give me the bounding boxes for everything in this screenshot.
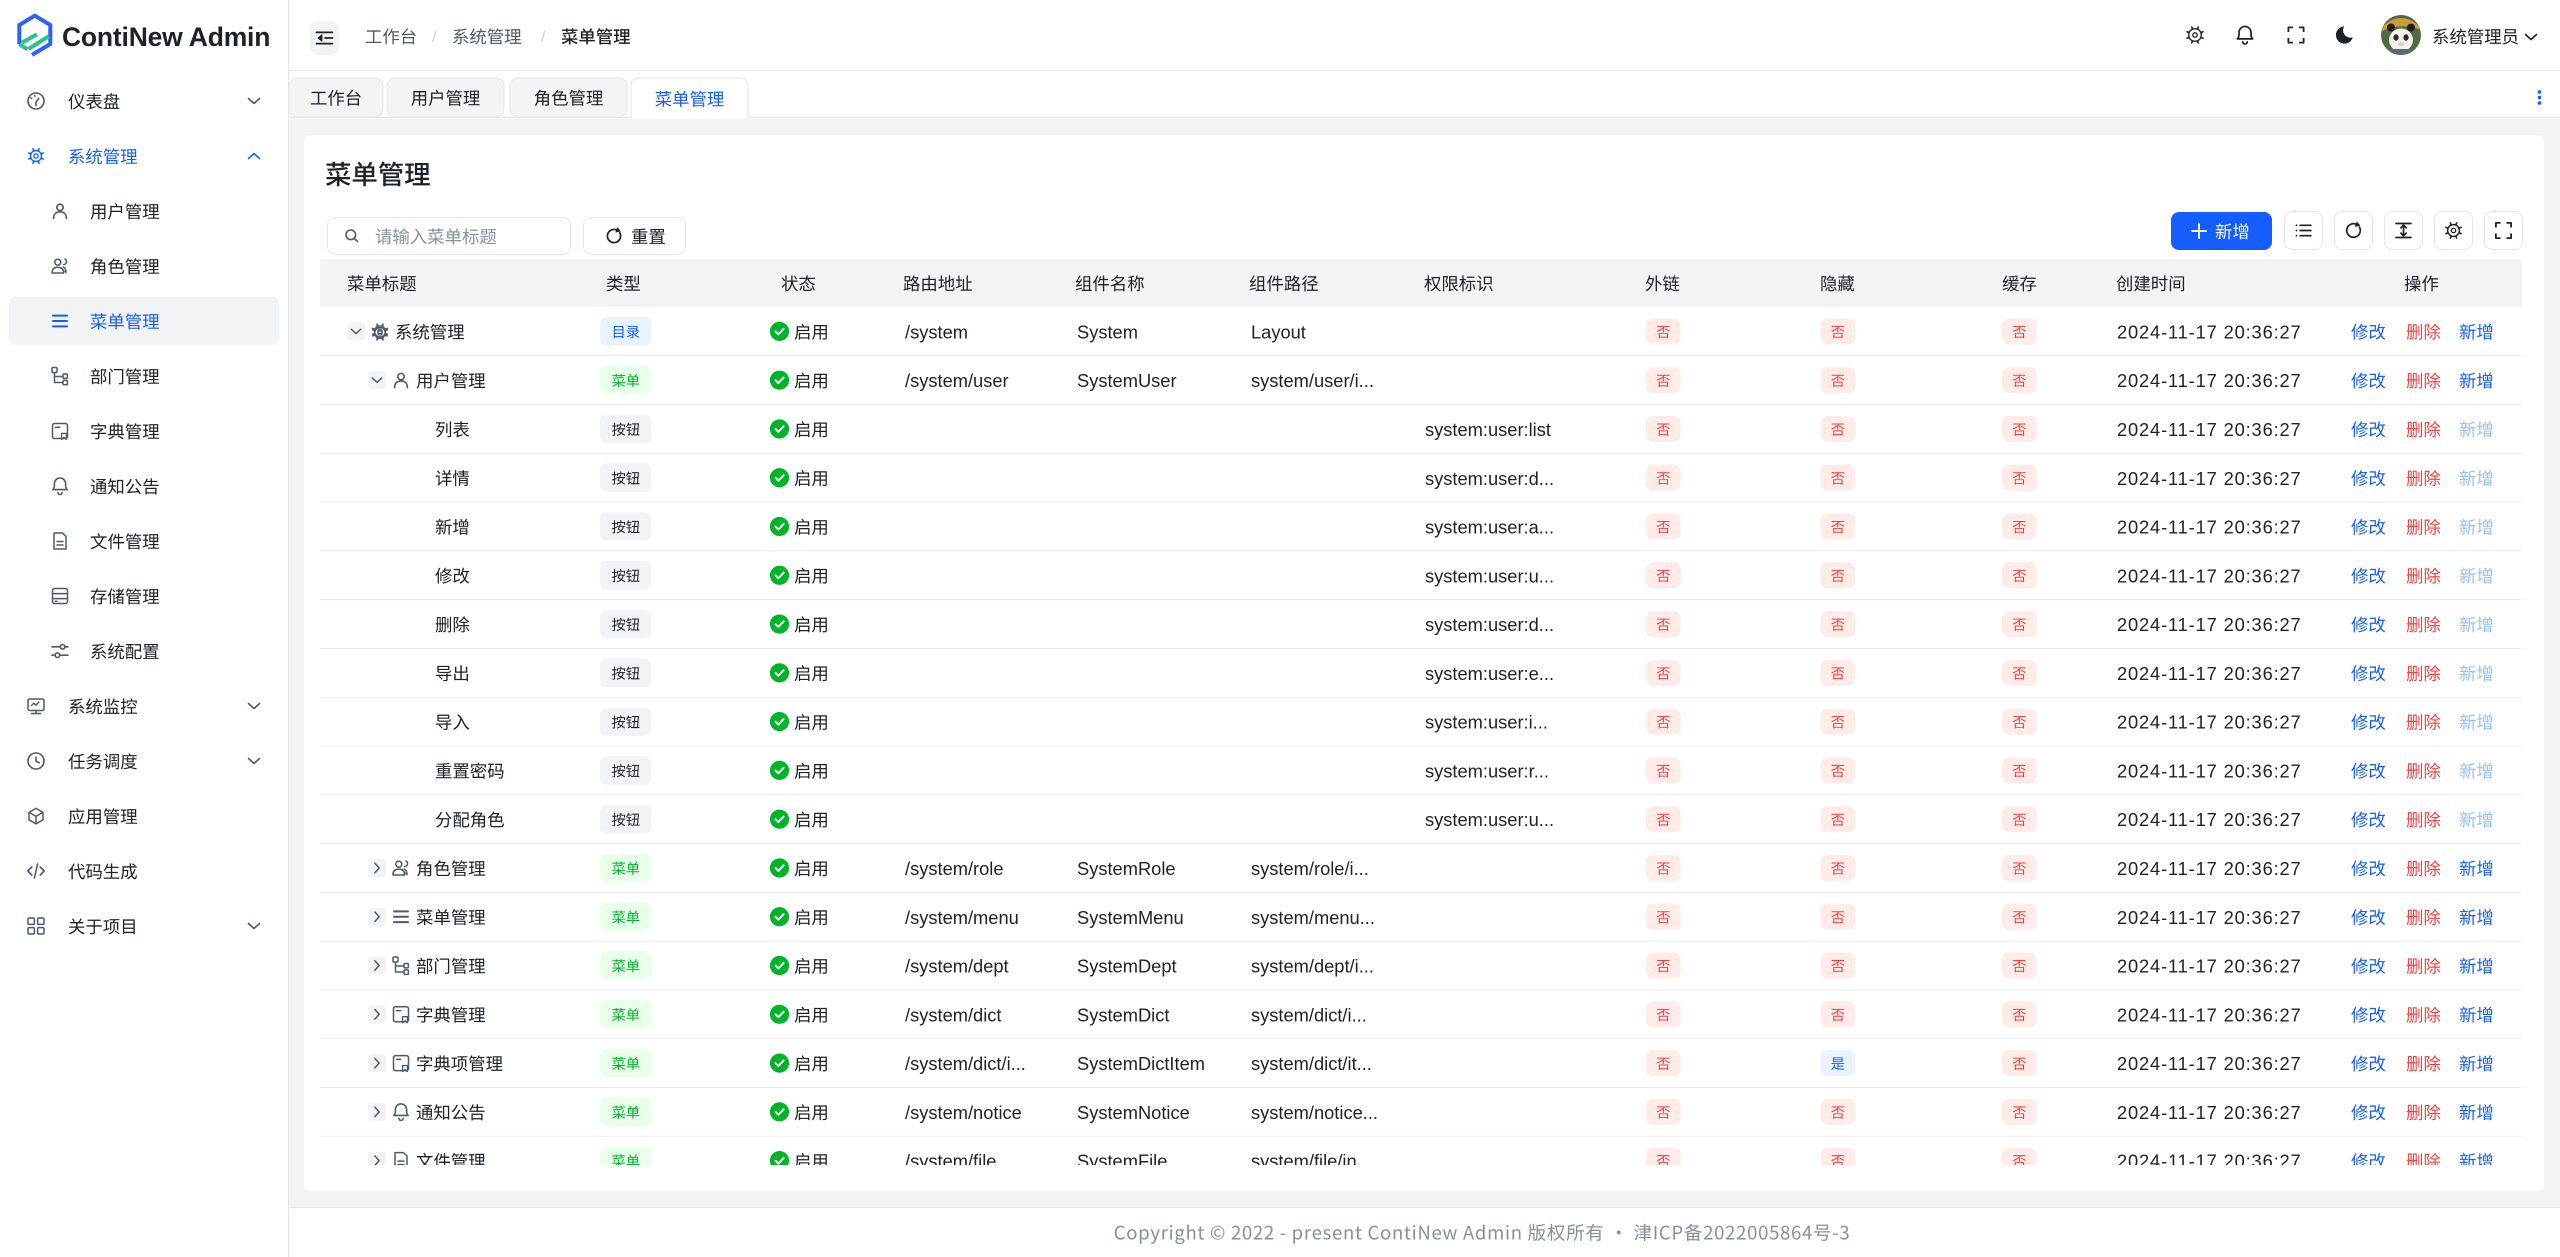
svg-text:system:user:d...: system:user:d... xyxy=(1425,614,1554,635)
svg-text:2024-11-17 20:36:27: 2024-11-17 20:36:27 xyxy=(2117,517,2302,538)
svg-text:system:user:list: system:user:list xyxy=(1425,419,1551,440)
svg-text:system:user:d...: system:user:d... xyxy=(1425,468,1554,489)
svg-text:/system/dict/i...: /system/dict/i... xyxy=(905,1053,1026,1074)
svg-text:SystemNotice: SystemNotice xyxy=(1077,1102,1190,1123)
svg-text:2024-11-17 20:36:27: 2024-11-17 20:36:27 xyxy=(2117,1004,2302,1025)
svg-text:/system: /system xyxy=(905,321,968,342)
svg-text:/system/role: /system/role xyxy=(905,858,1004,879)
svg-text:2024-11-17 20:36:27: 2024-11-17 20:36:27 xyxy=(2117,468,2302,489)
svg-text:2024-11-17 20:36:27: 2024-11-17 20:36:27 xyxy=(2117,956,2302,977)
svg-text:/system/notice: /system/notice xyxy=(905,1102,1022,1123)
svg-text:2024-11-17 20:36:27: 2024-11-17 20:36:27 xyxy=(2117,712,2302,733)
svg-text:SystemDept: SystemDept xyxy=(1077,956,1177,977)
svg-text:SystemUser: SystemUser xyxy=(1077,370,1177,391)
svg-text:2024-11-17 20:36:27: 2024-11-17 20:36:27 xyxy=(2117,809,2302,830)
svg-text:system/user/i...: system/user/i... xyxy=(1251,370,1374,391)
svg-text:2024-11-17 20:36:27: 2024-11-17 20:36:27 xyxy=(2117,370,2302,391)
svg-text:2024-11-17 20:36:27: 2024-11-17 20:36:27 xyxy=(2117,858,2302,879)
svg-text:ContiNew Admin: ContiNew Admin xyxy=(62,22,270,52)
svg-text:2024-11-17 20:36:27: 2024-11-17 20:36:27 xyxy=(2117,760,2302,781)
svg-text:system/dict/it...: system/dict/it... xyxy=(1251,1053,1372,1074)
svg-text:System: System xyxy=(1077,321,1138,342)
svg-text:2024-11-17 20:36:27: 2024-11-17 20:36:27 xyxy=(2117,907,2302,928)
svg-text:2024-11-17 20:36:27: 2024-11-17 20:36:27 xyxy=(2117,1053,2302,1074)
svg-text:system/dict/i...: system/dict/i... xyxy=(1251,1004,1367,1025)
svg-text:2024-11-17 20:36:27: 2024-11-17 20:36:27 xyxy=(2117,321,2302,342)
svg-text:2024-11-17 20:36:27: 2024-11-17 20:36:27 xyxy=(2117,1102,2302,1123)
svg-text:/: / xyxy=(432,29,437,46)
svg-text:system/menu...: system/menu... xyxy=(1251,907,1375,928)
svg-text:system/dept/i...: system/dept/i... xyxy=(1251,956,1374,977)
svg-text:/system/menu: /system/menu xyxy=(905,907,1019,928)
svg-text:2024-11-17 20:36:27: 2024-11-17 20:36:27 xyxy=(2117,419,2302,440)
svg-text:2024-11-17 20:36:27: 2024-11-17 20:36:27 xyxy=(2117,565,2302,586)
svg-text:system:user:e...: system:user:e... xyxy=(1425,663,1554,684)
svg-text:2024-11-17 20:36:27: 2024-11-17 20:36:27 xyxy=(2117,663,2302,684)
svg-text:SystemDict: SystemDict xyxy=(1077,1004,1169,1025)
svg-text:system:user:u...: system:user:u... xyxy=(1425,565,1554,586)
svg-text:system:user:i...: system:user:i... xyxy=(1425,712,1548,733)
svg-text:system/notice...: system/notice... xyxy=(1251,1102,1378,1123)
svg-text:/system/user: /system/user xyxy=(905,370,1009,391)
svg-text:SystemDictItem: SystemDictItem xyxy=(1077,1053,1205,1074)
svg-text:/system/dict: /system/dict xyxy=(905,1004,1002,1025)
svg-text:2024-11-17 20:36:27: 2024-11-17 20:36:27 xyxy=(2117,614,2302,635)
svg-text:system:user:a...: system:user:a... xyxy=(1425,517,1554,538)
svg-text:system:user:u...: system:user:u... xyxy=(1425,809,1554,830)
svg-text:/: / xyxy=(541,29,546,46)
svg-text:system/role/i...: system/role/i... xyxy=(1251,858,1369,879)
svg-text:SystemRole: SystemRole xyxy=(1077,858,1176,879)
svg-text:Layout: Layout xyxy=(1251,321,1306,342)
svg-text:system:user:r...: system:user:r... xyxy=(1425,760,1549,781)
svg-text:SystemMenu: SystemMenu xyxy=(1077,907,1184,928)
svg-text:/system/dept: /system/dept xyxy=(905,956,1009,977)
